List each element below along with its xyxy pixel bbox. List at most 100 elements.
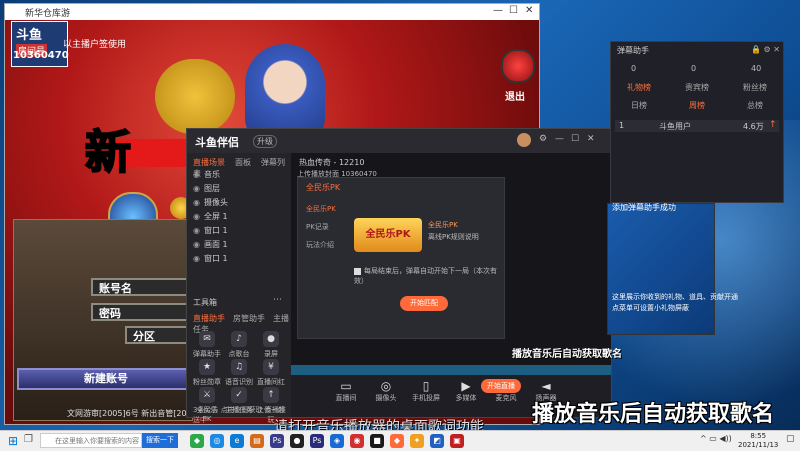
upload-icon: ↑	[263, 387, 279, 403]
game-notice: 以主播户签使用	[63, 40, 127, 50]
tool-song[interactable]: ♪ 点歌台	[225, 331, 253, 359]
tab-daily[interactable]: 日榜	[631, 100, 647, 111]
zone-field[interactable]: 分区	[125, 326, 191, 344]
tool-voice[interactable]: ♫ 语音识别	[225, 359, 253, 387]
assistant-added-text: 添加弹幕助手成功	[612, 203, 676, 212]
source-item[interactable]: ◉ 窗口 1	[193, 225, 228, 238]
maximize-icon[interactable]: ☐	[509, 5, 518, 16]
app-icon-8[interactable]: ◉	[350, 434, 364, 448]
pk-dialog-title: 全民乐PK	[306, 183, 341, 192]
app-icon-blue[interactable]: ◎	[210, 434, 224, 448]
source-item[interactable]: ◉ 图层	[193, 183, 220, 196]
tab-weekly[interactable]: 周榜	[689, 100, 705, 111]
tab-live-helper[interactable]: 直播助手	[193, 314, 225, 323]
pk-name: 全民乐PK	[428, 221, 458, 229]
girl-character	[245, 44, 325, 139]
password-field[interactable]: 密码	[91, 303, 191, 321]
phone-cast-button[interactable]: ▯ 手机投屏	[411, 379, 441, 403]
app-icon-9[interactable]: ■	[370, 434, 384, 448]
voice-icon: ♫	[231, 359, 247, 375]
rank-row[interactable]: 1 斗鱼用户 4.6万 ↑	[615, 120, 779, 132]
ps2-icon[interactable]: Ps	[310, 434, 324, 448]
rank-user: 斗鱼用户	[659, 122, 691, 131]
danmaku-assistant-panel: 弹幕助手 🔒 ⚙ ✕ 0 0 40 礼物榜 贵宾榜 粉丝榜 日榜 周榜 总榜 1…	[610, 41, 784, 203]
upgrade-badge[interactable]: 升级	[253, 135, 277, 148]
eye-icon[interactable]: ◉	[193, 254, 200, 263]
exit-button[interactable]	[501, 49, 535, 83]
minimize-app-icon[interactable]: —	[555, 134, 564, 144]
tool-record[interactable]: ● 录屏	[257, 331, 285, 359]
minimize-icon[interactable]: —	[493, 5, 503, 16]
taskbar-search-button[interactable]: 搜索一下	[142, 433, 178, 448]
assistant-controls[interactable]: 🔒 ⚙ ✕	[751, 45, 780, 54]
exit-label: 退出	[505, 92, 525, 103]
tab-gift-rank[interactable]: 礼物榜	[627, 82, 651, 93]
task-view-icon[interactable]: ❐	[24, 434, 33, 445]
tab-pk-guide[interactable]: 玩法介绍	[306, 236, 336, 254]
folder-icon[interactable]: ▤	[250, 434, 264, 448]
badge-icon: ★	[199, 359, 215, 375]
notification-icon[interactable]: ▢	[786, 434, 795, 444]
camera-button[interactable]: ◎ 摄像头	[371, 379, 401, 403]
edge-icon[interactable]: e	[230, 434, 244, 448]
close-app-icon[interactable]: ✕	[587, 134, 595, 144]
tab-panel[interactable]: 面板	[235, 158, 251, 167]
app-icon-green[interactable]: ◆	[190, 434, 204, 448]
close-icon[interactable]: ✕	[525, 5, 533, 16]
app-icon-13[interactable]: ▣	[450, 434, 464, 448]
app-icon-11[interactable]: ✦	[410, 434, 424, 448]
rank-number: 1	[619, 121, 625, 130]
app-icon-12[interactable]: ◩	[430, 434, 444, 448]
tool-badge[interactable]: ★ 粉丝勋章	[193, 359, 221, 387]
badge-brand: 斗鱼	[16, 27, 43, 42]
app-icon-10[interactable]: ◆	[390, 434, 404, 448]
account-field[interactable]: 账号名	[91, 278, 191, 296]
source-item[interactable]: ◉ 全屏 1	[193, 211, 228, 224]
eye-icon[interactable]: ◉	[193, 184, 200, 193]
live-room-button[interactable]: ▭ 直播间	[331, 379, 361, 403]
source-item[interactable]: ◉ 画面 1	[193, 239, 228, 252]
eye-icon[interactable]: ◉	[193, 170, 200, 179]
eye-icon[interactable]: ◉	[193, 226, 200, 235]
windows-start-icon[interactable]: ⊞	[8, 434, 18, 448]
eye-icon[interactable]: ◉	[193, 212, 200, 221]
big-caption: 播放音乐后自动获取歌名	[532, 402, 775, 427]
app-header: 斗鱼伴侣 升级 ⚙ — ☐ ✕	[187, 129, 611, 153]
avatar[interactable]	[517, 133, 531, 147]
camera-icon: ◎	[380, 379, 392, 393]
rank-value: 4.6万	[743, 122, 764, 131]
tab-total[interactable]: 总榜	[747, 100, 763, 111]
ps-icon[interactable]: Ps	[270, 434, 284, 448]
tab-pk[interactable]: 全民乐PK	[306, 200, 336, 218]
app-icon-7[interactable]: ◈	[330, 434, 344, 448]
maximize-app-icon[interactable]: ☐	[571, 134, 579, 144]
stat-vip: 0	[691, 64, 697, 73]
tab-fan-rank[interactable]: 粉丝榜	[743, 82, 767, 93]
tab-room-admin[interactable]: 房管助手	[233, 314, 265, 323]
tab-pk-records[interactable]: PK记录	[306, 218, 336, 236]
tool-danmaku[interactable]: ✉ 弹幕助手	[193, 331, 221, 359]
start-live-button[interactable]: 开始直播	[481, 379, 521, 393]
penguin-icon[interactable]: ●	[290, 434, 304, 448]
eye-icon[interactable]: ◉	[193, 198, 200, 207]
new-account-button[interactable]: 新建账号	[17, 368, 195, 390]
tab-vip-rank[interactable]: 贵宾榜	[685, 82, 709, 93]
source-item[interactable]: ◉ 摄像头	[193, 197, 228, 210]
taskbar-clock[interactable]: 8:55 2021/11/13	[738, 432, 778, 450]
game-titlebar[interactable]: 新华仓库游 — ☐ ✕	[5, 4, 539, 20]
game-window-title: 新华仓库游	[25, 9, 71, 19]
system-tray[interactable]: ^ ▭ ◀))	[700, 434, 732, 443]
source-item[interactable]: ◉ 音乐	[193, 169, 220, 182]
checkbox-icon[interactable]	[354, 267, 361, 275]
more-icon[interactable]: ⋯	[273, 295, 282, 305]
auto-next-checkbox[interactable]: 每局结束后，弹幕自动开始下一局（本次有效）	[354, 266, 504, 286]
source-item[interactable]: ◉ 窗口 1	[193, 253, 228, 266]
clock-date: 2021/11/13	[738, 441, 779, 449]
settings-icon[interactable]: ⚙	[539, 134, 547, 144]
taskbar-search-input[interactable]: 在这里输入你要搜索的内容	[40, 433, 142, 448]
start-match-button[interactable]: 开始匹配	[400, 296, 448, 311]
media-button[interactable]: ▶ 多媒体	[451, 379, 481, 403]
eye-icon[interactable]: ◉	[193, 240, 200, 249]
up-arrow-icon: ↑	[769, 120, 777, 130]
tab-scenes[interactable]: 直播场景	[193, 158, 225, 167]
